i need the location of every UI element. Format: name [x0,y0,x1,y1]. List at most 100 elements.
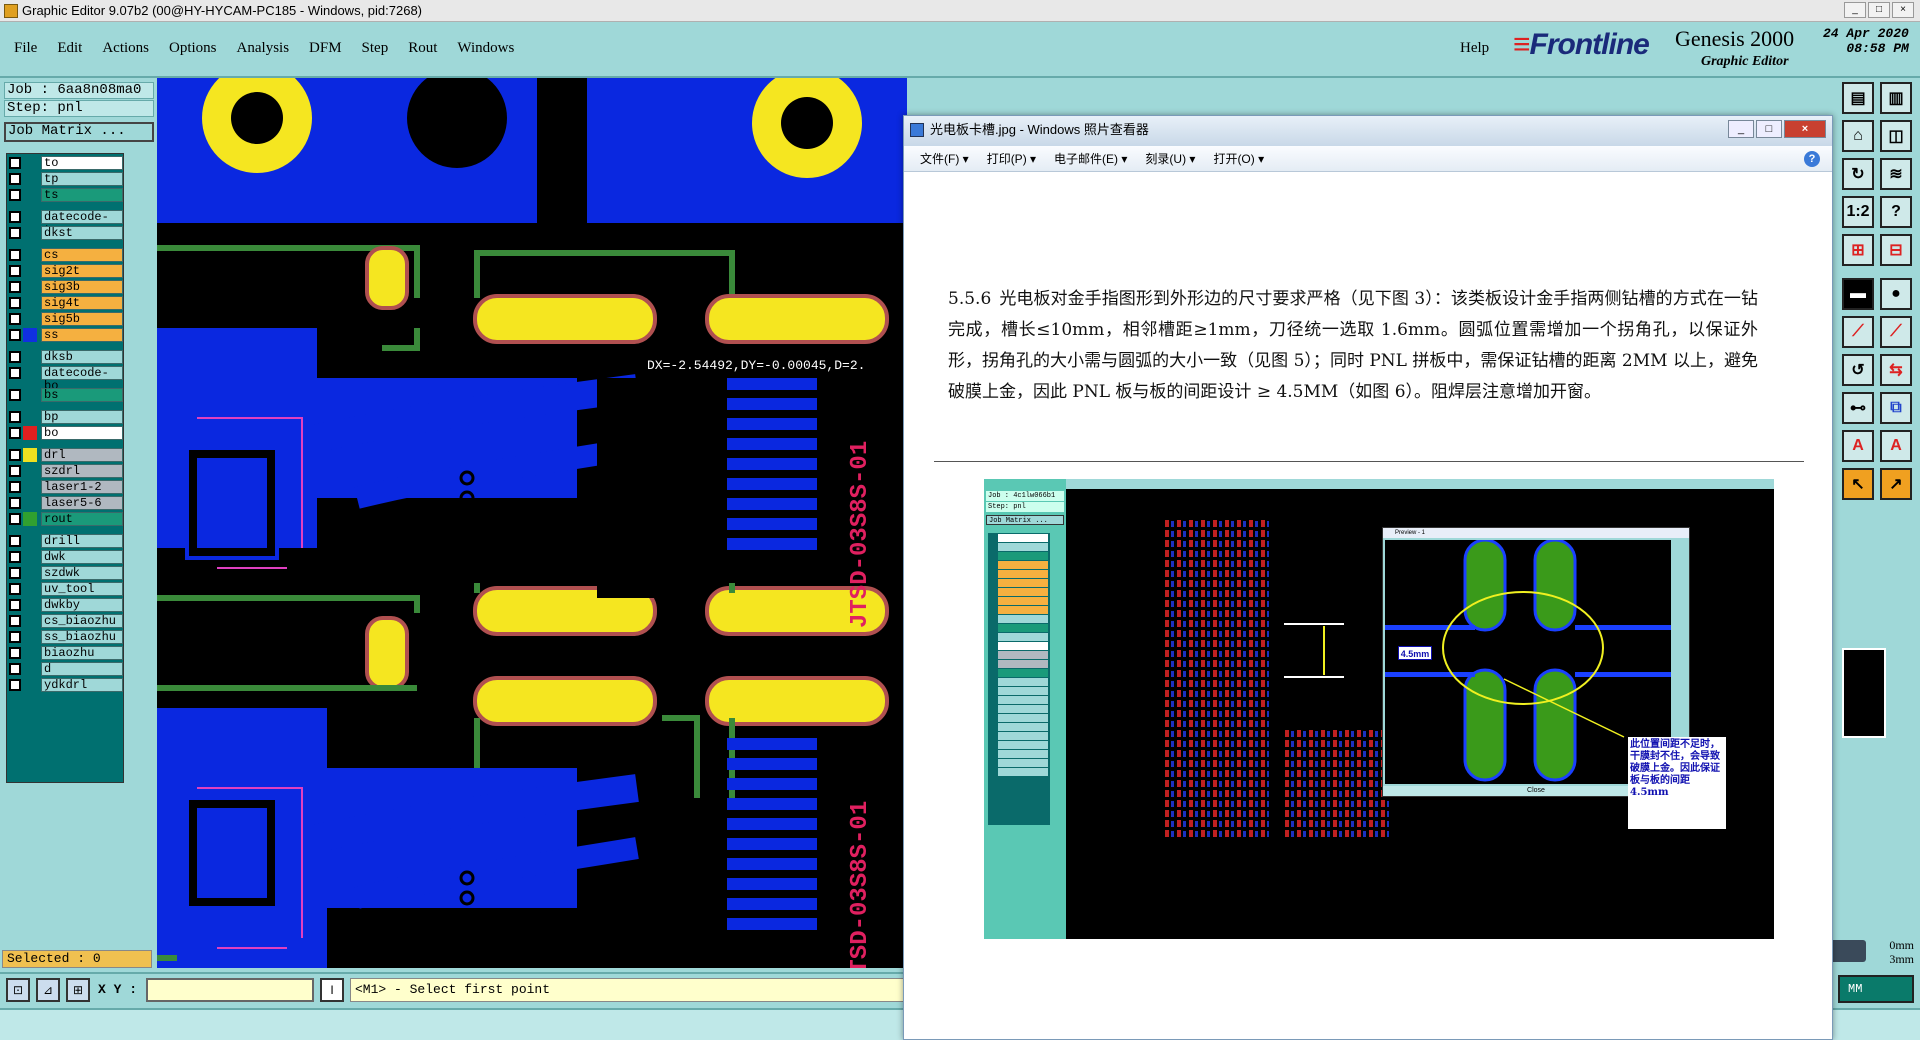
menu-help[interactable]: Help [1460,40,1489,57]
layer-checkbox[interactable] [9,227,21,239]
layer-row[interactable]: datecode-to [9,210,123,237]
layer-name[interactable]: bo [41,426,123,440]
measure-pad-icon[interactable]: ⧉ [1880,392,1912,424]
layer-color-swatch[interactable] [23,226,37,240]
snap-icon[interactable]: ⟋ [1842,316,1874,348]
layer-checkbox[interactable] [9,647,21,659]
layer-color-swatch[interactable] [23,598,37,612]
layer-color-swatch[interactable] [23,210,37,224]
layer-name[interactable]: ss [41,328,123,342]
menu-edit[interactable]: Edit [57,40,82,57]
measure-icon[interactable]: ⊷ [1842,392,1874,424]
viewer-menu-item[interactable]: 打印(P) ▾ [987,150,1036,167]
home-icon[interactable]: ⌂ [1842,120,1874,152]
layer-row[interactable]: dwkby [9,598,123,612]
layer-color-swatch[interactable] [23,264,37,278]
print-icon[interactable]: ▥ [1880,82,1912,114]
layer-color-swatch[interactable] [23,426,37,440]
grid-icon[interactable]: ⊞ [66,978,90,1002]
mirror-icon[interactable]: ⇆ [1880,354,1912,386]
layer-checkbox[interactable] [9,465,21,477]
layer-checkbox[interactable] [9,389,21,401]
layer-name[interactable]: bp [41,410,123,424]
maximize-button[interactable]: □ [1868,2,1890,18]
layer-color-swatch[interactable] [23,156,37,170]
menu-options[interactable]: Options [169,40,217,57]
layer-name[interactable]: ydkdrl [41,678,123,692]
layer-name[interactable]: d [41,662,123,676]
layer-row[interactable]: szdrl [9,464,123,478]
layer-checkbox[interactable] [9,411,21,423]
layer-checkbox[interactable] [9,427,21,439]
feature-select-icon[interactable]: ⊞ [1842,234,1874,266]
layer-name[interactable]: uv_tool [41,582,123,596]
viewer-help-icon[interactable]: ? [1804,151,1820,167]
layer-name[interactable]: drl [41,448,123,462]
layer-name[interactable]: ss_biaozhu [41,630,123,644]
layer-checkbox[interactable] [9,481,21,493]
layer-row[interactable]: dwk [9,550,123,564]
layer-name[interactable]: sig4t [41,296,123,310]
layer-checkbox[interactable] [9,567,21,579]
layer-name[interactable]: dksb [41,350,123,364]
layer-checkbox[interactable] [9,329,21,341]
text-a-icon[interactable]: A [1842,430,1874,462]
window-icon[interactable]: ◫ [1880,120,1912,152]
layer-name[interactable]: to [41,156,123,170]
viewer-menu-item[interactable]: 打开(O) ▾ [1213,150,1264,167]
layer-row[interactable]: ts [9,188,123,202]
menu-windows[interactable]: Windows [457,40,514,57]
layer-row[interactable]: bs [9,388,123,402]
layer-color-swatch[interactable] [23,614,37,628]
cursor-icon[interactable]: I [320,978,344,1002]
menu-step[interactable]: Step [362,40,389,57]
layer-name[interactable]: datecode-bo [41,366,123,393]
layer-row[interactable]: datecode-bo [9,366,123,393]
viewer-minimize-button[interactable]: _ [1728,120,1754,138]
layer-row[interactable]: to [9,156,123,170]
layer-name[interactable]: dwkby [41,598,123,612]
layer-checkbox[interactable] [9,265,21,277]
layer-color-swatch[interactable] [23,646,37,660]
layer-color-swatch[interactable] [23,328,37,342]
pan-icon[interactable]: ↗ [1880,468,1912,500]
layer-checkbox[interactable] [9,189,21,201]
layer-color-swatch[interactable] [23,172,37,186]
save-icon[interactable]: ▤ [1842,82,1874,114]
layer-name[interactable]: sig2t [41,264,123,278]
layer-checkbox[interactable] [9,313,21,325]
layer-row[interactable]: sig2t [9,264,123,278]
layer-checkbox[interactable] [9,449,21,461]
pointer-icon[interactable]: ↖ [1842,468,1874,500]
layer-name[interactable]: drill [41,534,123,548]
close-button[interactable]: × [1892,2,1914,18]
feature-filter-icon[interactable]: ⊟ [1880,234,1912,266]
viewer-close-button[interactable]: × [1784,120,1826,138]
layer-color-swatch[interactable] [23,480,37,494]
layer-name[interactable]: bs [41,388,123,402]
layer-checkbox[interactable] [9,631,21,643]
text-b-icon[interactable]: A [1880,430,1912,462]
layer-row[interactable]: ydkdrl [9,678,123,692]
layer-checkbox[interactable] [9,249,21,261]
layer-row[interactable]: biaozhu [9,646,123,660]
layer-checkbox[interactable] [9,157,21,169]
layers-icon[interactable]: ≋ [1880,158,1912,190]
layer-color-swatch[interactable] [23,350,37,364]
layer-checkbox[interactable] [9,173,21,185]
menu-analysis[interactable]: Analysis [237,40,290,57]
layer-row[interactable]: laser1-2 [9,480,123,494]
layer-color-swatch[interactable] [23,248,37,262]
layer-row[interactable]: uv_tool [9,582,123,596]
layer-row[interactable]: bo [9,426,123,440]
layer-name[interactable]: ts [41,188,123,202]
layer-row[interactable]: dkst [9,226,123,240]
photo-viewer-window[interactable]: 光电板卡槽.jpg - Windows 照片查看器 _ □ × 文件(F) ▾ 打… [903,115,1833,1040]
layer-color-swatch[interactable] [23,464,37,478]
layer-checkbox[interactable] [9,535,21,547]
layer-row[interactable]: drl [9,448,123,462]
menu-file[interactable]: File [14,40,37,57]
layer-row[interactable]: sig5b [9,312,123,326]
layer-color-swatch[interactable] [23,678,37,692]
layer-checkbox[interactable] [9,351,21,363]
